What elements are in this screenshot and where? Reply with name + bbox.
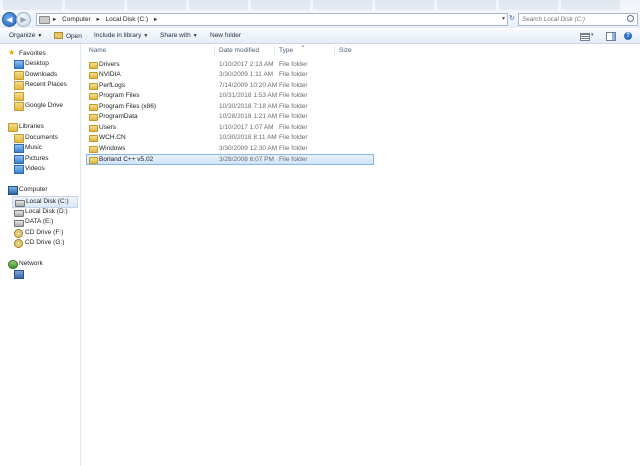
breadcrumb-computer[interactable]: Computer xyxy=(62,16,91,23)
network-computer-icon xyxy=(14,270,24,279)
background-tab xyxy=(313,0,372,10)
documents-icon xyxy=(14,134,24,143)
column-header-size[interactable]: Size xyxy=(339,46,352,56)
open-folder-icon xyxy=(54,32,63,39)
change-view-icon[interactable] xyxy=(580,33,590,41)
include-label: Include in library xyxy=(94,32,142,39)
new-folder-label: New folder xyxy=(210,32,242,39)
forward-button[interactable]: ▶ xyxy=(16,12,31,27)
file-row-nvidia[interactable]: NVIDIA 3/30/2009 1:11 AM File folder xyxy=(87,70,373,80)
folder-icon xyxy=(89,104,98,111)
file-row-programdata[interactable]: ProgramData 10/28/2018 1:21 AM File folder xyxy=(87,112,373,122)
folder-icon xyxy=(14,92,24,101)
column-divider[interactable] xyxy=(274,46,275,56)
background-tab xyxy=(251,0,310,10)
search-box[interactable] xyxy=(518,13,638,26)
folder-icon xyxy=(89,157,98,164)
folder-icon xyxy=(89,72,98,79)
breadcrumb-local-disk[interactable]: Local Disk (C:) xyxy=(106,16,149,23)
background-tab xyxy=(3,0,62,10)
file-row-users[interactable]: Users 1/10/2017 1:07 AM File folder xyxy=(87,123,373,133)
drive-icon xyxy=(14,220,24,227)
drive-icon xyxy=(14,210,24,217)
refresh-icon[interactable]: ↻ xyxy=(509,14,515,22)
arrow-right-icon: ▶ xyxy=(20,15,27,24)
chevron-down-icon: ▼ xyxy=(143,33,149,39)
column-header-date-modified[interactable]: Date modified xyxy=(219,46,259,56)
background-tab xyxy=(65,0,124,10)
file-row-perflogs[interactable]: PerfLogs 7/14/2009 10:20 AM File folder xyxy=(87,81,373,91)
desktop-icon xyxy=(14,60,24,69)
cd-drive-icon xyxy=(14,229,23,238)
libraries-icon xyxy=(8,123,18,132)
search-icon[interactable] xyxy=(627,15,634,22)
address-dropdown-icon[interactable]: ▾ xyxy=(502,15,505,22)
file-row-drivers[interactable]: Drivers 1/10/2017 2:13 AM File folder xyxy=(87,60,373,70)
file-row-program-files[interactable]: Program Files 10/31/2018 1:53 AM File fold… xyxy=(87,91,373,101)
new-folder-button[interactable]: New folder xyxy=(210,32,241,39)
folder-icon xyxy=(89,135,98,142)
open-button[interactable]: Open xyxy=(54,32,82,40)
address-bar[interactable]: ▸ Computer ▸ Local Disk (C:) ▸ ▾ xyxy=(36,13,508,26)
column-header-name[interactable]: Name xyxy=(89,46,106,56)
preview-pane-icon[interactable] xyxy=(606,32,616,41)
background-window-tabs xyxy=(0,0,640,10)
file-row-windows[interactable]: Windows 3/30/2009 12:30 AM File folder xyxy=(87,144,373,154)
folder-icon xyxy=(89,146,98,153)
help-icon[interactable]: ? xyxy=(624,32,632,40)
star-icon: ★ xyxy=(8,48,16,57)
music-icon xyxy=(14,144,24,153)
navigation-bar: ◀ ▶ ▸ Computer ▸ Local Disk (C:) ▸ ▾ ↻ xyxy=(0,10,640,28)
back-button[interactable]: ◀ xyxy=(2,12,17,27)
share-label: Share with xyxy=(160,32,191,39)
file-list: ▲ Name Date modified Type Size Drivers 1/… xyxy=(81,43,640,466)
column-divider[interactable] xyxy=(214,46,215,56)
computer-icon xyxy=(8,186,18,195)
downloads-icon xyxy=(14,71,24,80)
drive-icon xyxy=(15,200,25,207)
navigation-pane: ★ Favorites Desktop Downloads Recent Plac… xyxy=(0,44,81,466)
file-row-wch-cn[interactable]: WCH.CN 10/30/2018 8:11 AM File folder xyxy=(87,133,373,143)
view-dropdown-icon[interactable]: ▾ xyxy=(591,32,594,38)
include-in-library-button[interactable]: Include in library ▼ xyxy=(94,32,148,39)
folder-icon xyxy=(89,114,98,121)
file-row-program-files-x86[interactable]: Program Files (x86) 10/30/2018 7:18 AM Fil… xyxy=(87,102,373,112)
share-with-button[interactable]: Share with ▼ xyxy=(160,32,198,39)
recent-places-icon xyxy=(14,81,24,90)
breadcrumb: ▸ Computer ▸ Local Disk (C:) ▸ xyxy=(53,15,161,23)
cd-drive-icon xyxy=(14,239,23,248)
folder-icon xyxy=(89,83,98,90)
breadcrumb-separator: ▸ xyxy=(53,16,57,23)
pictures-icon xyxy=(14,155,24,164)
command-toolbar: Organize ▼ Open Include in library ▼ Share… xyxy=(0,29,640,44)
folder-icon xyxy=(89,93,98,100)
organize-button[interactable]: Organize ▼ xyxy=(9,32,42,39)
column-divider[interactable] xyxy=(334,46,335,56)
breadcrumb-separator: ▸ xyxy=(153,16,158,23)
videos-icon xyxy=(14,165,24,174)
network-icon xyxy=(8,260,18,269)
background-tab xyxy=(127,0,186,10)
background-tab xyxy=(499,0,558,10)
organize-label: Organize xyxy=(9,32,36,39)
background-tab xyxy=(375,0,434,10)
sort-indicator-icon: ▲ xyxy=(301,43,305,48)
chevron-down-icon: ▼ xyxy=(37,33,43,39)
folder-icon xyxy=(89,125,98,132)
background-tab xyxy=(437,0,496,10)
google-drive-icon xyxy=(14,102,24,111)
file-row-borland-cpp[interactable]: Borland C++ v5.02 3/28/2008 6:07 PM File f… xyxy=(86,154,374,165)
background-tab xyxy=(561,0,620,10)
search-input[interactable] xyxy=(519,14,622,25)
breadcrumb-separator: ▸ xyxy=(96,16,100,23)
arrow-left-icon: ◀ xyxy=(6,15,13,24)
background-tab xyxy=(189,0,248,10)
folder-icon xyxy=(89,62,98,69)
open-label: Open xyxy=(66,33,82,40)
column-header-type[interactable]: Type xyxy=(279,46,293,56)
drive-icon xyxy=(39,16,50,24)
chevron-down-icon: ▼ xyxy=(192,33,198,39)
